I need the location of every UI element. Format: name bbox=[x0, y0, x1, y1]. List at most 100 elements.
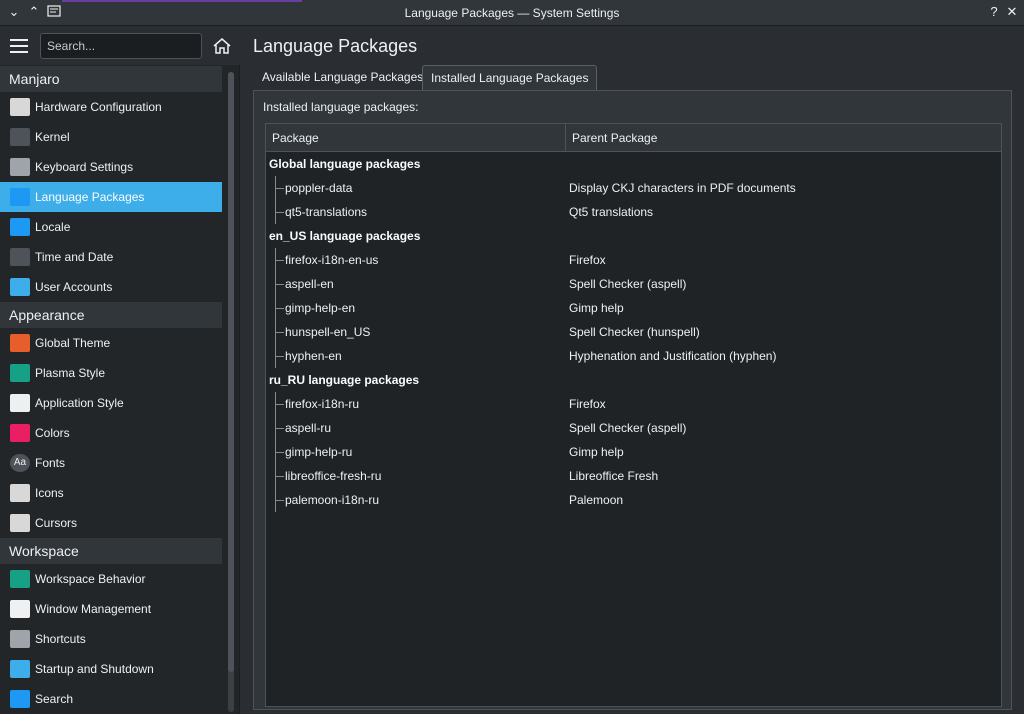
parent-package: Qt5 translations bbox=[569, 205, 654, 219]
clock-icon bbox=[10, 248, 30, 266]
sidebar-item-time-and-date[interactable]: Time and Date bbox=[0, 242, 222, 272]
packages-table: Package Parent Package Global language p… bbox=[265, 123, 1002, 707]
hardware-icon bbox=[10, 98, 30, 116]
table-row[interactable]: hunspell-en_US Spell Checker (hunspell) bbox=[266, 320, 1001, 344]
table-row[interactable]: gimp-help-en Gimp help bbox=[266, 296, 1001, 320]
table-row[interactable]: hyphen-en Hyphenation and Justification (… bbox=[266, 344, 1001, 368]
sidebar-scroll-thumb[interactable] bbox=[228, 72, 234, 672]
package-name: poppler-data bbox=[285, 181, 353, 195]
sidebar-item-locale[interactable]: Locale bbox=[0, 212, 222, 242]
sidebar-item-cursors[interactable]: Cursors bbox=[0, 508, 222, 538]
table-row[interactable]: palemoon-i18n-ru Palemoon bbox=[266, 488, 1001, 512]
sidebar-item-icons[interactable]: Icons bbox=[0, 478, 222, 508]
sidebar-item-fonts[interactable]: Aa Fonts bbox=[0, 448, 222, 478]
sidebar-item-keyboard-settings[interactable]: Keyboard Settings bbox=[0, 152, 222, 182]
sidebar-item-label: Hardware Configuration bbox=[35, 100, 162, 114]
table-row[interactable]: libreoffice-fresh-ru Libreoffice Fresh bbox=[266, 464, 1001, 488]
workspace-behavior-icon bbox=[10, 570, 30, 588]
table-row[interactable]: aspell-ru Spell Checker (aspell) bbox=[266, 416, 1001, 440]
table-row[interactable]: firefox-i18n-en-us Firefox bbox=[266, 248, 1001, 272]
sidebar: Manjaro Hardware Configuration Kernel Keybo… bbox=[0, 27, 240, 714]
help-button[interactable]: ? bbox=[986, 4, 1002, 20]
group-label: en_US language packages bbox=[269, 229, 421, 243]
sidebar-item-startup-and-shutdown[interactable]: Startup and Shutdown bbox=[0, 654, 222, 684]
sidebar-item-label: Shortcuts bbox=[35, 632, 86, 646]
sidebar-item-label: Search bbox=[35, 692, 74, 706]
parent-package: Display CKJ characters in PDF documents bbox=[569, 181, 796, 195]
package-name: libreoffice-fresh-ru bbox=[285, 469, 382, 483]
search-icon bbox=[10, 690, 30, 708]
sidebar-item-label: Locale bbox=[35, 220, 71, 234]
sidebar-item-label: Colors bbox=[35, 426, 70, 440]
tree-branch-line bbox=[275, 176, 284, 200]
sidebar-category-appearance: Appearance bbox=[0, 302, 222, 328]
sidebar-item-shortcuts[interactable]: Shortcuts bbox=[0, 624, 222, 654]
table-group-row[interactable]: Global language packages bbox=[266, 152, 1001, 176]
sidebar-item-user-accounts[interactable]: User Accounts bbox=[0, 272, 222, 302]
tree-branch-line bbox=[275, 200, 284, 224]
tab-installed-language-packages[interactable]: Installed Language Packages bbox=[422, 65, 598, 91]
package-name: qt5-translations bbox=[285, 205, 368, 219]
sidebar-item-label: Application Style bbox=[35, 396, 124, 410]
home-icon[interactable] bbox=[212, 37, 232, 55]
tree-branch-line bbox=[275, 296, 284, 320]
sidebar-item-label: Language Packages bbox=[35, 190, 145, 204]
parent-package: Palemoon bbox=[569, 493, 624, 507]
title-bar: ⌄ ⌃ Language Packages — System Settings … bbox=[0, 0, 1024, 26]
title-accent-strip bbox=[62, 0, 302, 2]
sidebar-item-label: Plasma Style bbox=[35, 366, 106, 380]
plasma-style-icon bbox=[10, 364, 30, 382]
column-header-parent-package[interactable]: Parent Package bbox=[566, 124, 1002, 152]
locale-icon bbox=[10, 218, 30, 236]
sidebar-item-label: Time and Date bbox=[35, 250, 114, 264]
sidebar-item-plasma-style[interactable]: Plasma Style bbox=[0, 358, 222, 388]
sidebar-item-global-theme[interactable]: Global Theme bbox=[0, 328, 222, 358]
parent-package: Gimp help bbox=[569, 445, 624, 459]
sidebar-item-application-style[interactable]: Application Style bbox=[0, 388, 222, 418]
table-row[interactable]: firefox-i18n-ru Firefox bbox=[266, 392, 1001, 416]
sidebar-item-colors[interactable]: Colors bbox=[0, 418, 222, 448]
tree-branch-line bbox=[275, 392, 284, 416]
sidebar-item-label: Startup and Shutdown bbox=[35, 662, 154, 676]
sidebar-item-language-packages[interactable]: Language Packages bbox=[0, 182, 222, 212]
sidebar-item-search[interactable]: Search bbox=[0, 684, 222, 714]
package-name: gimp-help-ru bbox=[285, 445, 353, 459]
sidebar-category-workspace: Workspace bbox=[0, 538, 222, 564]
tab-panel: Installed language packages: Package Par… bbox=[253, 90, 1012, 710]
table-body: Global language packages poppler-data Disp… bbox=[266, 152, 1001, 512]
package-name: hunspell-en_US bbox=[285, 325, 371, 339]
tab-available-language-packages[interactable]: Available Language Packages bbox=[254, 65, 431, 91]
sidebar-item-workspace-behavior[interactable]: Workspace Behavior bbox=[0, 564, 222, 594]
window-management-icon bbox=[10, 600, 30, 618]
sidebar-item-label: Icons bbox=[35, 486, 64, 500]
sidebar-scrollbar[interactable] bbox=[228, 72, 234, 712]
startup-icon bbox=[10, 660, 30, 678]
sidebar-item-window-management[interactable]: Window Management bbox=[0, 594, 222, 624]
table-group-row[interactable]: ru_RU language packages bbox=[266, 368, 1001, 392]
colors-icon bbox=[10, 424, 30, 442]
table-group-row[interactable]: en_US language packages bbox=[266, 224, 1001, 248]
main-area: Language Packages Available Language Pac… bbox=[241, 27, 1024, 714]
sidebar-item-kernel[interactable]: Kernel bbox=[0, 122, 222, 152]
close-button[interactable]: ✕ bbox=[1004, 4, 1020, 20]
sidebar-item-label: Window Management bbox=[35, 602, 152, 616]
table-row[interactable]: qt5-translations Qt5 translations bbox=[266, 200, 1001, 224]
table-row[interactable]: gimp-help-ru Gimp help bbox=[266, 440, 1001, 464]
parent-package: Spell Checker (hunspell) bbox=[569, 325, 700, 339]
tree-branch-line bbox=[275, 464, 284, 488]
search-input[interactable] bbox=[40, 33, 202, 59]
tree-branch-line bbox=[275, 320, 284, 344]
sidebar-item-label: Keyboard Settings bbox=[35, 160, 134, 174]
tree-branch-line bbox=[275, 488, 284, 512]
sidebar-item-label: Cursors bbox=[35, 516, 78, 530]
sidebar-item-label: Fonts bbox=[35, 456, 66, 470]
language-icon bbox=[10, 188, 30, 206]
sidebar-item-hardware-configuration[interactable]: Hardware Configuration bbox=[0, 92, 222, 122]
hamburger-menu-icon[interactable] bbox=[10, 39, 28, 53]
table-row[interactable]: aspell-en Spell Checker (aspell) bbox=[266, 272, 1001, 296]
global-theme-icon bbox=[10, 334, 30, 352]
fonts-icon: Aa bbox=[10, 454, 30, 472]
table-row[interactable]: poppler-data Display CKJ characters in PD… bbox=[266, 176, 1001, 200]
package-name: aspell-ru bbox=[285, 421, 332, 435]
column-header-package[interactable]: Package bbox=[266, 124, 566, 152]
